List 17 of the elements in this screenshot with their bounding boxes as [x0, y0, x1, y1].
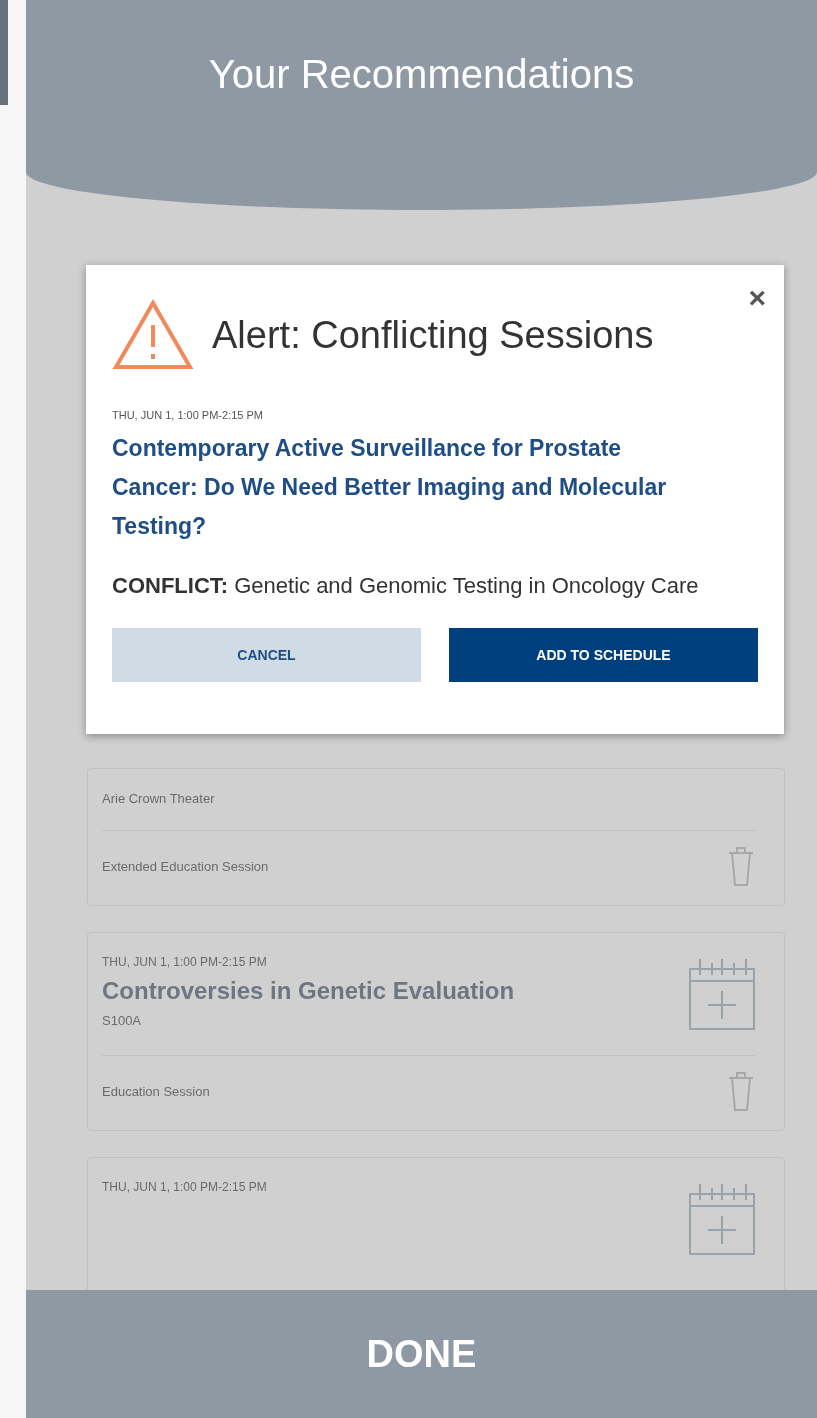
- trash-icon[interactable]: [726, 1070, 756, 1112]
- trash-icon[interactable]: [726, 845, 756, 887]
- session-venue: Arie Crown Theater: [102, 791, 215, 806]
- session-date: THU, JUN 1, 1:00 PM-2:15 PM: [112, 409, 264, 421]
- session-date: THU, JUN 1, 1:00 PM-2:15 PM: [102, 955, 268, 969]
- dialog-title: Alert: Conflicting Sessions: [212, 313, 654, 357]
- session-type: Education Session: [102, 1083, 210, 1099]
- session-room: S100A: [102, 1013, 143, 1028]
- session-type: Extended Education Session: [102, 858, 269, 874]
- conflict-text: CONFLICT: Genetic and Genomic Testing in Oncology Care: [112, 572, 700, 600]
- warning-icon: [112, 299, 194, 371]
- cancel-button[interactable]: CANCEL: [112, 628, 421, 682]
- session-date: THU, JUN 1, 1:00 PM-2:15 PM: [102, 1180, 267, 1194]
- close-button[interactable]: ×: [748, 283, 766, 313]
- session-link[interactable]: Contemporary Active Surveillance for Prostate Cancer: Do We Need Better Imaging and Molecular Testing?: [112, 429, 712, 546]
- add-to-schedule-button[interactable]: ADD TO SCHEDULE: [449, 628, 758, 682]
- page-title: Your Recommendations: [208, 52, 635, 98]
